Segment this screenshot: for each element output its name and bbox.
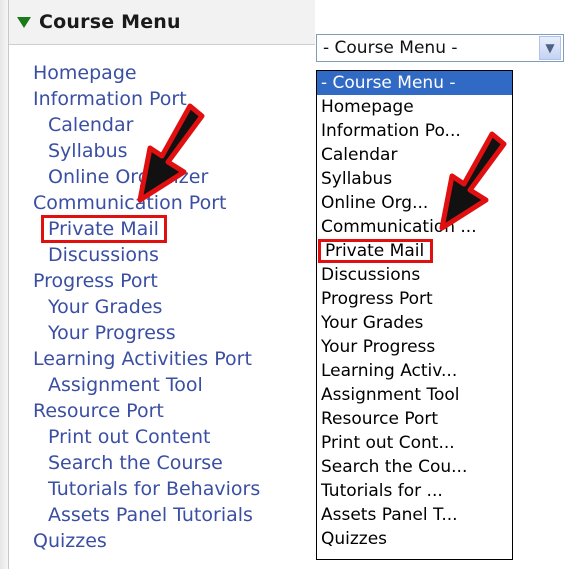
course-menu-header[interactable]: Course Menu bbox=[9, 0, 315, 45]
sidebar-row: Private Mail bbox=[33, 215, 323, 243]
dropdown-option[interactable]: Search the Cou... bbox=[317, 455, 512, 479]
sidebar-item[interactable]: Information Port bbox=[33, 86, 323, 112]
dropdown-option[interactable]: Your Progress bbox=[317, 335, 512, 359]
dropdown-option[interactable]: Calendar bbox=[317, 143, 512, 167]
dropdown-option[interactable]: Communication ... bbox=[317, 215, 512, 239]
sidebar-item[interactable]: Tutorials for Behaviors bbox=[33, 476, 323, 502]
dropdown-option[interactable]: Homepage bbox=[317, 95, 512, 119]
chevron-down-icon[interactable]: ▼ bbox=[539, 36, 561, 60]
dropdown-option[interactable]: Resource Port bbox=[317, 407, 512, 431]
dropdown-option[interactable]: Online Org... bbox=[317, 191, 512, 215]
sidebar-item[interactable]: Resource Port bbox=[33, 398, 323, 424]
sidebar-item[interactable]: Assignment Tool bbox=[33, 372, 323, 398]
sidebar-item[interactable]: Communication Port bbox=[33, 190, 323, 216]
course-menu-sidebar: Course Menu Homepage Information Port Cale… bbox=[8, 0, 315, 569]
sidebar-item[interactable]: Progress Port bbox=[33, 268, 323, 294]
sidebar-item[interactable]: Syllabus bbox=[33, 138, 323, 164]
course-menu-title: Course Menu bbox=[39, 11, 181, 33]
sidebar-item[interactable]: Calendar bbox=[33, 112, 323, 138]
sidebar-item[interactable]: Assets Panel Tutorials bbox=[33, 502, 323, 528]
sidebar-item[interactable]: Your Grades bbox=[33, 294, 323, 320]
course-menu-list: Homepage Information Port Calendar Syllabus… bbox=[33, 60, 323, 554]
dropdown-option-selected[interactable]: - Course Menu - bbox=[317, 71, 512, 95]
left-edge-shade bbox=[0, 0, 8, 569]
course-menu-dropdown-list: - Course Menu - Homepage Information Po...… bbox=[316, 70, 513, 560]
sidebar-item[interactable]: Learning Activities Port bbox=[33, 346, 323, 372]
dropdown-option[interactable]: Print out Cont... bbox=[317, 431, 512, 455]
dropdown-option[interactable]: Assets Panel T... bbox=[317, 503, 512, 527]
dropdown-option[interactable]: Learning Activ... bbox=[317, 359, 512, 383]
dropdown-option[interactable]: Private Mail bbox=[317, 239, 512, 263]
dropdown-option[interactable]: Syllabus bbox=[317, 167, 512, 191]
dropdown-option[interactable]: Discussions bbox=[317, 263, 512, 287]
sidebar-item[interactable]: Search the Course bbox=[33, 450, 323, 476]
dropdown-option[interactable]: --------------- bbox=[317, 551, 512, 559]
sidebar-item[interactable]: Quizzes bbox=[33, 528, 323, 554]
sidebar-item[interactable]: Discussions bbox=[33, 242, 323, 268]
dropdown-option[interactable]: Assignment Tool bbox=[317, 383, 512, 407]
dropdown-option[interactable]: Information Po... bbox=[317, 119, 512, 143]
select-current-value: - Course Menu - bbox=[323, 38, 458, 58]
triangle-down-icon[interactable] bbox=[17, 16, 31, 28]
dropdown-option[interactable]: Tutorials for ... bbox=[317, 479, 512, 503]
dropdown-option[interactable]: Quizzes bbox=[317, 527, 512, 551]
sidebar-item[interactable]: Online Organizer bbox=[33, 164, 323, 190]
dropdown-option[interactable]: Your Grades bbox=[317, 311, 512, 335]
sidebar-item[interactable]: Your Progress bbox=[33, 320, 323, 346]
sidebar-item-highlighted[interactable]: Private Mail bbox=[41, 215, 167, 243]
sidebar-item[interactable]: Print out Content bbox=[33, 424, 323, 450]
course-menu-select[interactable]: - Course Menu - ▼ bbox=[316, 34, 564, 62]
dropdown-option-highlighted[interactable]: Private Mail bbox=[317, 239, 434, 263]
dropdown-option[interactable]: Progress Port bbox=[317, 287, 512, 311]
sidebar-item[interactable]: Homepage bbox=[33, 60, 323, 86]
